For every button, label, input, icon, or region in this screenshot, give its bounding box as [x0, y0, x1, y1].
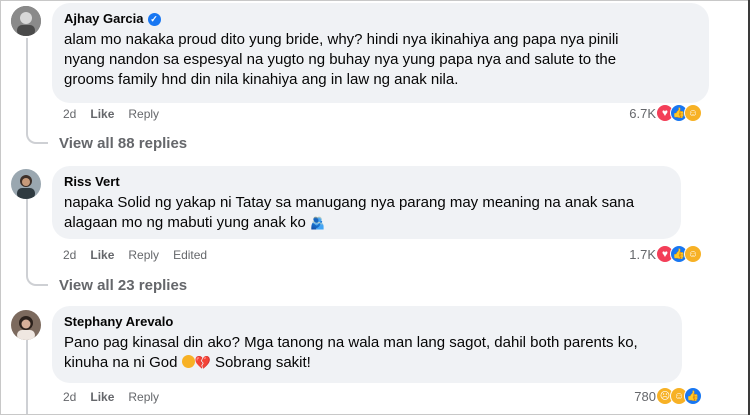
broken-heart-icon: 💔 [194, 355, 211, 370]
comment-author[interactable]: Stephany Arevalo [64, 314, 670, 330]
view-replies-link[interactable]: View all 88 replies [59, 135, 187, 152]
like-icon: 👍 [684, 387, 702, 405]
like-button[interactable]: Like [90, 106, 114, 122]
care-icon: ☺ [684, 245, 702, 263]
view-replies-link[interactable]: View all 23 replies [59, 277, 187, 294]
comment-actions: 2d Like Reply [63, 389, 173, 405]
reaction-summary[interactable]: 6.7K ♥ 👍 ☺ [629, 104, 702, 122]
comment-line: kinuha na ni God 💔 Sobrang sakit! [64, 353, 670, 373]
avatar[interactable] [11, 6, 41, 36]
reaction-count: 780 [634, 388, 656, 404]
comment-line: napaka Solid ng yakap ni Tatay sa manuga… [64, 194, 635, 211]
comment-line: alam mo nakaka proud dito yung bride, wh… [64, 31, 619, 48]
thread-line [26, 38, 28, 132]
reply-button[interactable]: Reply [128, 106, 159, 122]
comment-line: nyang nandon sa espesyal na yugto ng buh… [64, 51, 617, 68]
comment-time[interactable]: 2d [63, 389, 76, 405]
comment-bubble: Stephany Arevalo Pano pag kinasal din ak… [52, 306, 682, 383]
like-button[interactable]: Like [90, 247, 114, 263]
comment-actions: 2d Like Reply [63, 106, 173, 122]
thread-elbow [26, 270, 48, 286]
reaction-count: 1.7K [629, 246, 656, 262]
hug-emoji-icon: 🫂 [310, 216, 325, 230]
care-icon: ☺ [684, 104, 702, 122]
crying-face-icon [181, 355, 195, 368]
comment-time[interactable]: 2d [63, 106, 76, 122]
comment-actions: 2d Like Reply Edited [63, 247, 221, 263]
comment-line-text: kinuha na ni God [64, 354, 178, 371]
author-name[interactable]: Riss Vert [64, 174, 120, 190]
avatar[interactable] [11, 169, 41, 199]
thread-line [26, 340, 28, 414]
comment-line: grooms family hnd din nila kinahiya ang … [64, 71, 459, 88]
comment-line: alagaan mo ng mabuti yung anak ko 🫂 [64, 213, 669, 233]
author-name[interactable]: Ajhay Garcia [64, 11, 144, 27]
thread-line [26, 198, 28, 274]
reply-button[interactable]: Reply [128, 247, 159, 263]
author-name[interactable]: Stephany Arevalo [64, 314, 173, 330]
reply-button[interactable]: Reply [128, 389, 159, 405]
comment-text: napaka Solid ng yakap ni Tatay sa manuga… [64, 193, 669, 233]
avatar[interactable] [11, 310, 41, 340]
comment-text: alam mo nakaka proud dito yung bride, wh… [64, 30, 697, 90]
comment-text: Pano pag kinasal din ako? Mga tanong na … [64, 333, 670, 373]
comment-author[interactable]: Riss Vert [64, 174, 669, 190]
verified-badge-icon: ✓ [147, 12, 161, 26]
thread-elbow [26, 128, 48, 144]
comment-time[interactable]: 2d [63, 247, 76, 263]
edited-label[interactable]: Edited [173, 247, 207, 263]
comment-bubble: Riss Vert napaka Solid ng yakap ni Tatay… [52, 166, 681, 239]
comment-line: Pano pag kinasal din ako? Mga tanong na … [64, 334, 638, 351]
comment-author[interactable]: Ajhay Garcia ✓ [64, 11, 697, 27]
comment-line-text: alagaan mo ng mabuti yung anak ko [64, 214, 306, 231]
comment-bubble: Ajhay Garcia ✓ alam mo nakaka proud dito… [52, 3, 709, 103]
reaction-summary[interactable]: 780 ☹ ☺ 👍 [634, 387, 702, 405]
like-button[interactable]: Like [90, 389, 114, 405]
reaction-summary[interactable]: 1.7K ♥ 👍 ☺ [629, 245, 702, 263]
comment-line-text: Sobrang sakit! [214, 354, 311, 371]
reaction-count: 6.7K [629, 105, 656, 121]
